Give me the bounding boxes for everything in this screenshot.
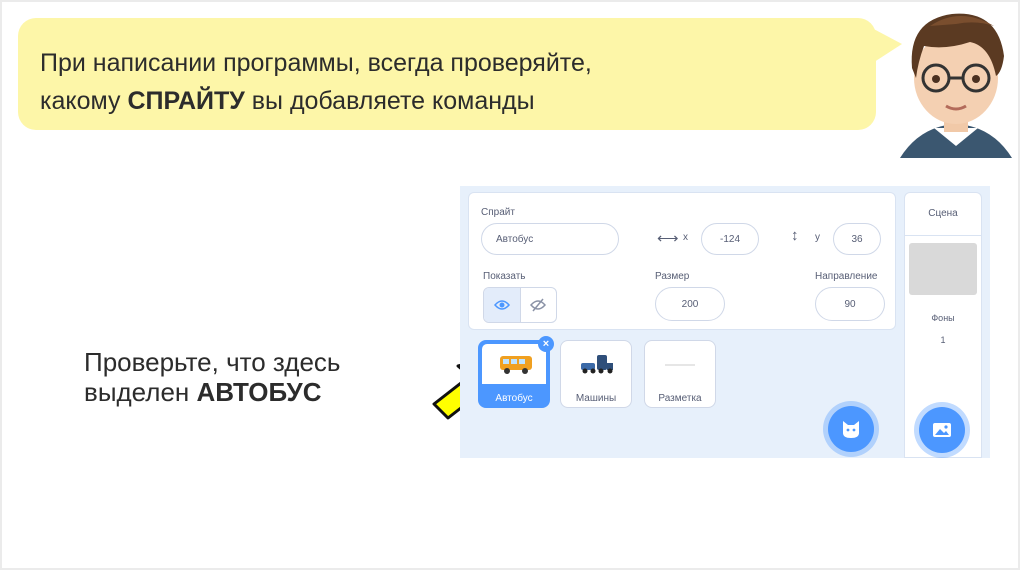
scratch-sprite-pane: Спрайт Автобус ⟷ x -124 ↕ y 36 Показать … [460,186,990,458]
sprite-name: Разметка [658,393,702,404]
choose-backdrop-button[interactable] [919,407,965,453]
size-input[interactable]: 200 [655,287,725,321]
direction-input[interactable]: 90 [815,287,885,321]
horizontal-arrows-icon: ⟷ [657,230,679,247]
stage-panel[interactable]: Сцена Фоны 1 [904,192,982,458]
bubble-line-2: какому СПРАЙТУ вы добавляете команды [40,82,856,120]
show-button[interactable] [484,288,520,322]
eye-slash-icon [530,298,547,312]
sprite-name: Автобус [495,393,533,404]
sprite-tile-bus[interactable]: Автобус × [478,336,554,408]
image-icon [933,423,951,437]
sprite-thumb [561,345,631,385]
choose-sprite-button[interactable] [828,406,874,452]
hide-button[interactable] [519,288,557,322]
direction-label: Направление [815,271,878,282]
bubble-line-2-end: вы добавляете команды [244,87,535,115]
y-label: y [815,232,820,243]
bubble-line-2-bold: СПРАЙТУ [127,87,245,115]
sprite-name-input[interactable]: Автобус [481,223,619,255]
note-line-2-bold: АВТОБУС [196,377,322,407]
teacher-avatar-icon [900,13,1012,158]
road-marking-icon [665,364,695,366]
sprite-thumb [482,344,546,384]
eye-icon [493,300,510,310]
note-line-1: Проверьте, что здесь [84,347,341,377]
sprite-name: Машины [575,393,617,404]
speech-bubble: При написании программы, всегда проверяй… [18,18,876,130]
sprite-thumb [645,345,715,385]
note-line-2: выделен АВТОБУС [84,377,340,407]
stage-label: Сцена [905,193,981,236]
cat-icon [843,421,859,438]
bubble-line-1: При написании программы, всегда проверяй… [40,49,592,77]
sprite-label: Спрайт [481,207,515,218]
bubble-line-2-start: какому [40,87,128,115]
instruction-note: Проверьте, что здесь выделен АВТОБУС [84,347,340,407]
note-line-2-start: выделен [84,377,197,407]
delete-sprite-button[interactable]: × [538,336,554,352]
x-label: x [683,232,688,243]
backdrops-label: Фоны [931,313,955,323]
stage-thumbnail [909,243,977,295]
sprite-list: Автобус × Машины Разметка [468,332,896,458]
y-input[interactable]: 36 [833,223,881,255]
bubble-text: При написании программы, всегда проверяй… [40,44,856,120]
sprite-tile-markings[interactable]: Разметка [644,340,716,408]
show-label: Показать [483,271,526,282]
x-input[interactable]: -124 [701,223,759,255]
visibility-toggle [483,287,557,323]
sprite-tile-cars[interactable]: Машины [560,340,632,408]
size-label: Размер [655,271,690,282]
backdrops-count: 1 [940,335,946,345]
cars-icon [581,355,613,374]
vertical-arrows-icon: ↕ [791,227,799,244]
sprite-info-panel: Спрайт Автобус ⟷ x -124 ↕ y 36 Показать … [468,192,896,330]
